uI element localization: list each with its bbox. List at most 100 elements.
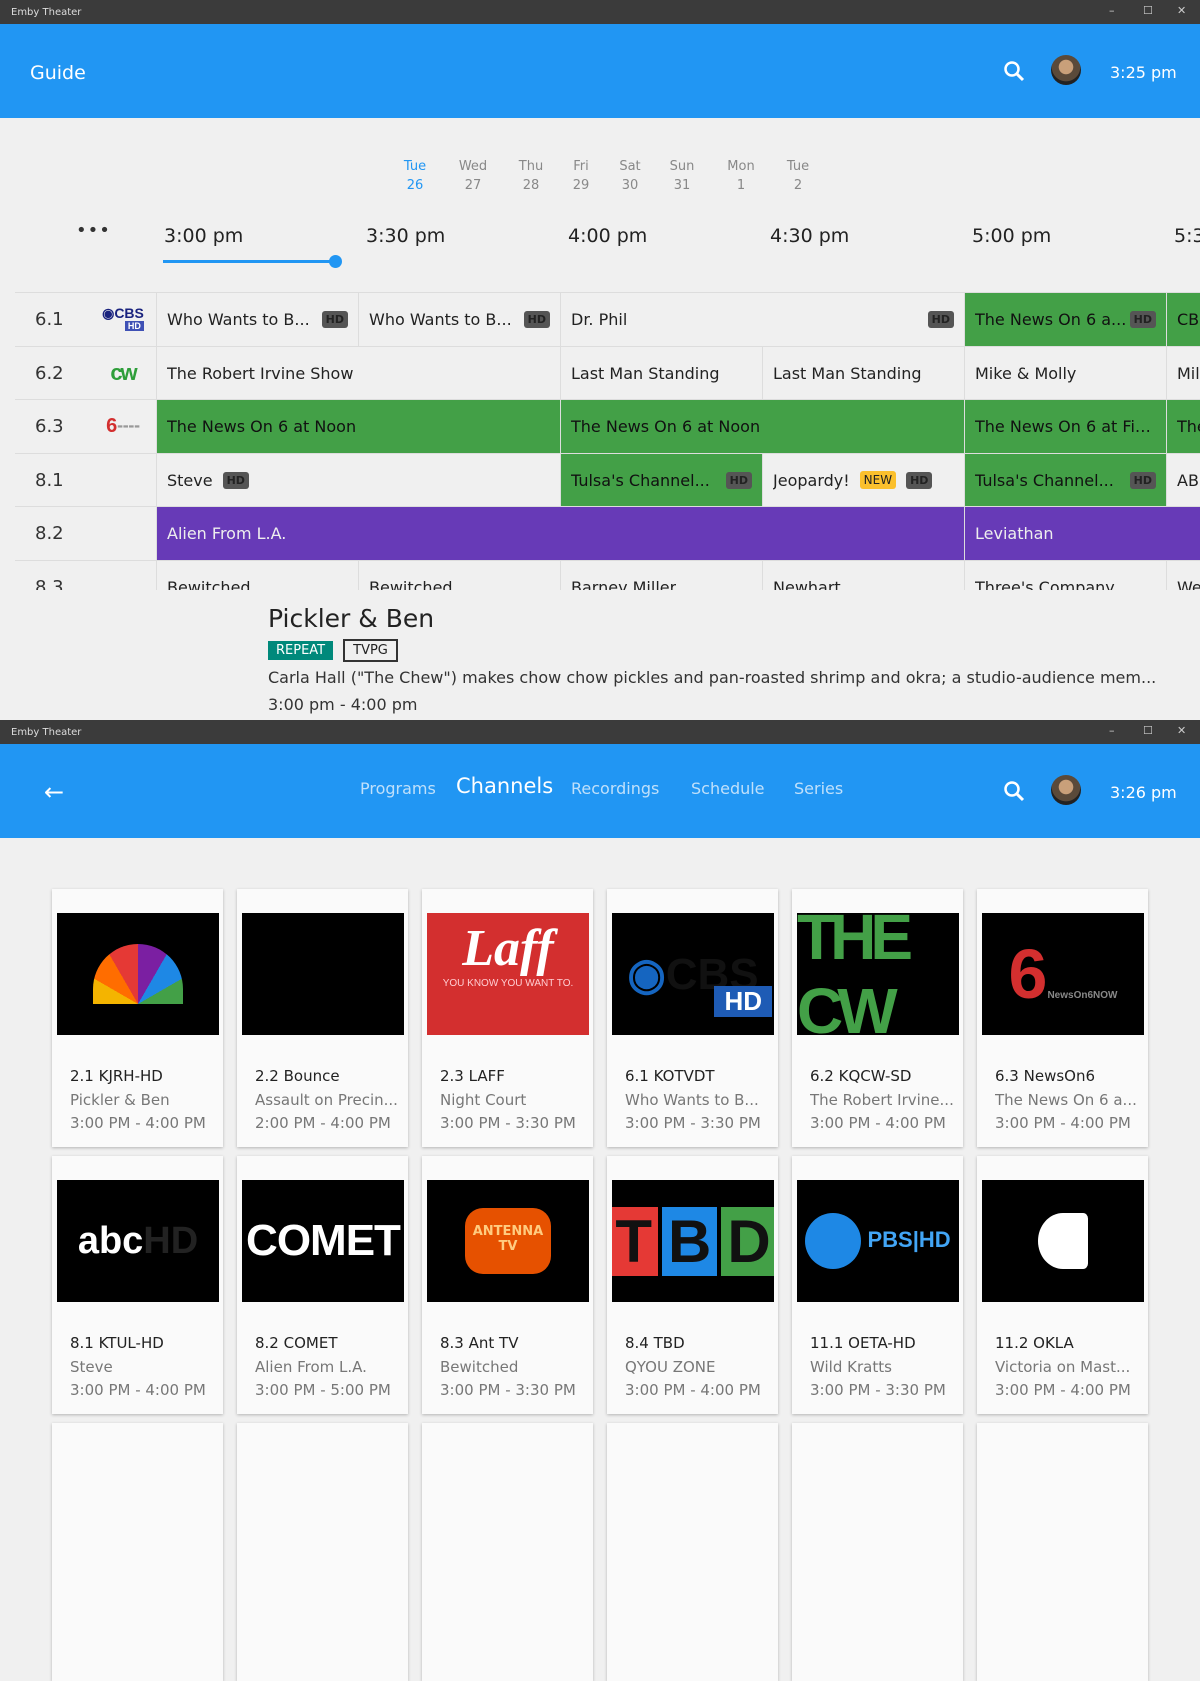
guide-header: Guide 3:25 pm <box>0 24 1200 118</box>
tab-channels[interactable]: Channels <box>456 774 553 798</box>
current-program: Pickler & Ben <box>70 1091 170 1109</box>
channel-number[interactable]: 6.1 <box>15 293 90 346</box>
minimize-button[interactable]: – <box>1109 724 1115 737</box>
time-slot-label: 3:00 pm <box>164 225 244 247</box>
minimize-button[interactable]: – <box>1109 4 1115 17</box>
program-cell[interactable]: AB <box>1167 454 1200 507</box>
program-cell[interactable]: Newhart <box>763 560 965 590</box>
guide-grid[interactable]: 6.1 ◉CBS HD Who Wants to B... HD Who Wants to… <box>15 274 1200 590</box>
program-cell[interactable]: Bewitched <box>359 560 561 590</box>
channel-card[interactable]: Laff YOU KNOW YOU WANT TO. 2.3 LAFF Night C… <box>422 889 593 1147</box>
program-cell[interactable]: Bewitched <box>157 560 359 590</box>
day-tab[interactable]: Sun 31 <box>657 157 707 195</box>
program-cell[interactable]: Who Wants to B... HD <box>359 293 561 346</box>
time-slot-label: 3:30 pm <box>366 225 446 247</box>
channel-card[interactable] <box>422 1423 593 1681</box>
more-options-button[interactable]: ••• <box>76 220 111 241</box>
tab-series[interactable]: Series <box>794 779 843 798</box>
channel-card[interactable]: ◉CBS HD 6.1 KOTVDT Who Wants to B... 3:00 PM… <box>607 889 778 1147</box>
hd-badge: HD <box>222 471 249 489</box>
program-cell[interactable]: Jeopardy! NEW HD <box>763 453 965 507</box>
day-tab[interactable]: Tue 2 <box>773 157 823 195</box>
program-cell[interactable]: Last Man Standing <box>763 346 965 400</box>
time-slot-label: 5:3 <box>1174 225 1200 247</box>
channel-card[interactable]: ANTENNA TV 8.3 Ant TV Bewitched 3:00 PM - 3… <box>422 1156 593 1414</box>
program-cell[interactable]: The Robert Irvine Show <box>157 346 561 400</box>
channel-card[interactable]: PBS|HD 11.1 OETA-HD Wild Kratts 3:00 PM - 3… <box>792 1156 963 1414</box>
program-title: Mike & Molly <box>975 363 1077 383</box>
program-cell[interactable]: The News On 6 at Noon <box>561 400 965 453</box>
search-icon[interactable] <box>1003 780 1025 802</box>
close-button[interactable]: ✕ <box>1177 724 1186 737</box>
day-tab[interactable]: Wed 27 <box>448 157 498 195</box>
day-tab[interactable]: Sat 30 <box>605 157 655 195</box>
program-cell[interactable]: Mil <box>1167 347 1200 400</box>
program-title: Who Wants to B... <box>167 310 310 329</box>
tab-recordings[interactable]: Recordings <box>571 779 659 798</box>
channel-card[interactable] <box>237 1423 408 1681</box>
channel-number[interactable]: 8.1 <box>15 454 90 507</box>
channel-card[interactable]: COMET 8.2 COMET Alien From L.A. 3:00 PM - 5… <box>237 1156 408 1414</box>
cbs-hd-logo[interactable]: ◉CBS HD <box>90 293 157 346</box>
tab-schedule[interactable]: Schedule <box>691 779 765 798</box>
hd-badge: HD <box>927 311 954 328</box>
program-cell[interactable]: Mike & Molly <box>965 346 1167 400</box>
blank-logo[interactable] <box>90 507 157 560</box>
day-tab[interactable]: Thu 28 <box>506 157 556 195</box>
channel-card[interactable] <box>52 1423 223 1681</box>
channel-name: 8.2 COMET <box>255 1334 338 1352</box>
back-arrow-icon[interactable]: ← <box>44 778 64 806</box>
program-cell[interactable]: Who Wants to B... HD <box>157 293 359 346</box>
program-title: CB <box>1177 310 1200 329</box>
current-program: The Robert Irvine... <box>810 1091 954 1109</box>
program-cell[interactable]: Tulsa's Channel... HD <box>561 453 763 507</box>
program-cell[interactable]: CB <box>1167 293 1200 346</box>
program-cell[interactable]: The <box>1167 400 1200 453</box>
cw-logo[interactable]: cw <box>90 346 157 400</box>
channel-card[interactable]: THE CW 6.2 KQCW-SD The Robert Irvine... 3:0… <box>792 889 963 1147</box>
tab-programs[interactable]: Programs <box>360 779 436 798</box>
channel-card[interactable]: T B D 8.4 TBD QYOU ZONE 3:00 PM - 4:00 PM <box>607 1156 778 1414</box>
user-avatar[interactable] <box>1051 55 1081 85</box>
channel-number[interactable]: 8.2 <box>15 507 90 560</box>
program-cell[interactable]: Dr. Phil HD <box>561 293 965 346</box>
program-cell[interactable]: Steve HD <box>157 453 561 507</box>
channel-card[interactable]: abcHD 8.1 KTUL-HD Steve 3:00 PM - 4:00 PM <box>52 1156 223 1414</box>
hd-badge: HD <box>1129 311 1156 328</box>
newson6-logo[interactable]: 6 ▬▬▬▬ <box>90 400 157 453</box>
close-button[interactable]: ✕ <box>1177 4 1186 17</box>
program-title: The <box>1177 417 1200 436</box>
channel-number[interactable]: 8.3 <box>15 561 90 591</box>
window-title: Emby Theater <box>11 7 82 18</box>
program-cell[interactable]: Barney Miller <box>561 560 763 590</box>
program-cell[interactable]: Three's Company <box>965 560 1167 590</box>
channel-number[interactable]: 6.3 <box>15 400 90 453</box>
maximize-button[interactable]: ☐ <box>1143 724 1153 737</box>
day-tab[interactable]: Mon 1 <box>716 157 766 195</box>
user-avatar[interactable] <box>1051 775 1081 805</box>
channel-card[interactable]: 6NewsOn6NOW 6.3 NewsOn6 The News On 6 a...… <box>977 889 1148 1147</box>
blank-logo[interactable] <box>90 560 157 590</box>
channel-number[interactable]: 6.2 <box>15 347 90 400</box>
program-cell[interactable]: Last Man Standing <box>561 346 763 400</box>
day-tab[interactable]: Tue 26 <box>390 157 440 195</box>
search-icon[interactable] <box>1003 60 1025 82</box>
blank-logo <box>242 913 404 1035</box>
maximize-button[interactable]: ☐ <box>1143 4 1153 17</box>
program-title: Tulsa's Channel... <box>975 470 1114 490</box>
channel-card[interactable]: 11.2 OKLA Victoria on Mast... 3:00 PM - 4:… <box>977 1156 1148 1414</box>
channel-card[interactable]: 2.2 Bounce Assault on Precin... 2:00 PM - … <box>237 889 408 1147</box>
channel-card[interactable] <box>607 1423 778 1681</box>
program-cell[interactable]: We <box>1167 561 1200 591</box>
program-cell[interactable]: Leviathan <box>965 507 1200 560</box>
channel-card[interactable] <box>792 1423 963 1681</box>
program-cell[interactable]: Alien From L.A. <box>157 507 965 560</box>
blank-logo[interactable] <box>90 453 157 507</box>
program-cell[interactable]: Tulsa's Channel... HD <box>965 453 1167 507</box>
program-cell[interactable]: The News On 6 a... HD <box>965 293 1167 346</box>
channel-card[interactable]: 2.1 KJRH-HD Pickler & Ben 3:00 PM - 4:00 P… <box>52 889 223 1147</box>
program-cell[interactable]: The News On 6 at Noon <box>157 400 561 453</box>
day-tab[interactable]: Fri 29 <box>556 157 606 195</box>
channel-card[interactable] <box>977 1423 1148 1681</box>
program-cell[interactable]: The News On 6 at Fiv... <box>965 400 1167 453</box>
